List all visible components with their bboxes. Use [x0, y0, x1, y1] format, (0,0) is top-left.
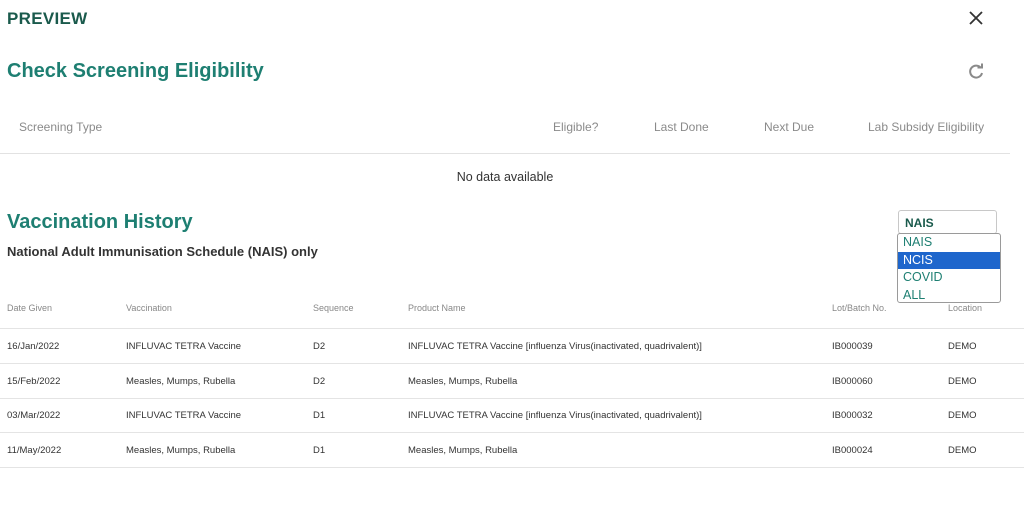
column-header-last-done: Last Done — [654, 120, 709, 134]
table-divider — [0, 398, 1024, 399]
cell-vaccination: INFLUVAC TETRA Vaccine — [126, 410, 242, 421]
filter-option-all[interactable]: ALL — [898, 287, 1000, 303]
filter-option-covid[interactable]: COVID — [898, 269, 1000, 287]
filter-option-nais[interactable]: NAIS — [898, 234, 1000, 252]
column-header-product-name: Product Name — [408, 303, 466, 313]
screening-section-title: Check Screening Eligibility — [7, 60, 264, 82]
filter-option-ncis[interactable]: NCIS — [898, 251, 1000, 269]
table-divider — [0, 467, 1024, 468]
cell-lot-batch: IB000060 — [832, 376, 873, 387]
cell-lot-batch: IB000024 — [832, 445, 873, 456]
cell-product-name: INFLUVAC TETRA Vaccine [influenza Virus(… — [408, 410, 702, 421]
cell-vaccination: INFLUVAC TETRA Vaccine — [126, 341, 242, 352]
cell-vaccination: Measles, Mumps, Rubella — [126, 376, 236, 387]
vaccination-subtitle: National Adult Immunisation Schedule (NA… — [7, 244, 318, 259]
cell-product-name: Measles, Mumps, Rubella — [408, 376, 518, 387]
page-title: PREVIEW — [7, 9, 88, 28]
column-header-eligible: Eligible? — [553, 120, 599, 134]
vaccination-section-title: Vaccination History — [7, 211, 193, 233]
cell-location: DEMO — [948, 341, 977, 352]
table-divider — [0, 363, 1024, 364]
refresh-icon — [969, 63, 983, 79]
table-divider — [0, 432, 1024, 433]
close-button[interactable] — [964, 6, 988, 30]
column-header-vaccination: Vaccination — [126, 303, 172, 313]
cell-vaccination: Measles, Mumps, Rubella — [126, 445, 236, 456]
table-divider — [0, 328, 1024, 329]
schedule-filter-dropdown: NAIS NCIS COVID ALL — [897, 233, 1001, 303]
cell-date-given: 16/Jan/2022 — [7, 341, 60, 352]
screening-header-divider — [0, 153, 1010, 154]
column-header-screening-type: Screening Type — [19, 120, 103, 134]
cell-date-given: 03/Mar/2022 — [7, 410, 61, 421]
cell-date-given: 11/May/2022 — [7, 445, 62, 456]
cell-date-given: 15/Feb/2022 — [7, 376, 61, 387]
column-header-lab-subsidy: Lab Subsidy Eligibility — [868, 120, 985, 134]
column-header-lot-batch: Lot/Batch No. — [832, 303, 887, 313]
column-header-sequence: Sequence — [313, 303, 354, 313]
refresh-button[interactable] — [966, 62, 986, 82]
cell-sequence: D2 — [313, 376, 326, 387]
column-header-location: Location — [948, 303, 983, 313]
schedule-filter-select[interactable]: NAIS — [898, 210, 997, 234]
cell-lot-batch: IB000039 — [832, 341, 873, 352]
column-header-next-due: Next Due — [764, 120, 815, 134]
cell-sequence: D1 — [313, 445, 326, 456]
cell-product-name: Measles, Mumps, Rubella — [408, 445, 518, 456]
close-icon — [969, 11, 983, 25]
cell-product-name: INFLUVAC TETRA Vaccine [influenza Virus(… — [408, 341, 702, 352]
cell-location: DEMO — [948, 445, 977, 456]
column-header-date-given: Date Given — [7, 303, 53, 313]
cell-sequence: D1 — [313, 410, 326, 421]
empty-state-text: No data available — [456, 170, 554, 184]
cell-lot-batch: IB000032 — [832, 410, 873, 421]
cell-location: DEMO — [948, 410, 977, 421]
cell-location: DEMO — [948, 376, 977, 387]
cell-sequence: D2 — [313, 341, 326, 352]
